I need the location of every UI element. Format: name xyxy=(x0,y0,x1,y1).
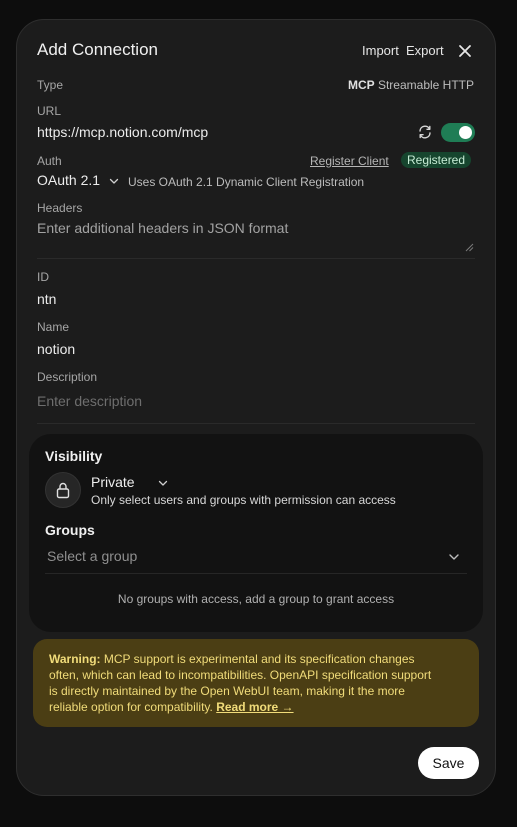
type-label: Type xyxy=(37,78,64,92)
auth-label: Auth xyxy=(37,154,62,168)
refresh-icon[interactable] xyxy=(417,124,433,140)
toggle-knob xyxy=(459,126,472,139)
group-select-placeholder: Select a group xyxy=(47,548,138,564)
type-value-prefix: MCP xyxy=(347,78,375,92)
divider xyxy=(37,423,475,424)
chevron-down-icon xyxy=(109,178,118,184)
divider xyxy=(37,258,475,259)
type-value-suffix: Streamable HTTP xyxy=(377,78,474,92)
description-label: Description xyxy=(37,370,98,384)
auth-method-select[interactable]: OAuth 2.1 xyxy=(37,172,120,190)
save-button[interactable]: Save xyxy=(418,747,479,779)
headers-textarea[interactable]: Enter additional headers in JSON format xyxy=(37,220,288,236)
register-client-link[interactable]: Register Client xyxy=(310,154,389,168)
close-icon[interactable] xyxy=(457,43,473,59)
group-select[interactable]: Select a group xyxy=(45,544,467,572)
no-groups-message: No groups with access, add a group to gr… xyxy=(117,592,395,606)
name-label: Name xyxy=(37,320,70,334)
visibility-select[interactable]: Private xyxy=(91,474,169,492)
auth-description: Uses OAuth 2.1 Dynamic Client Registrati… xyxy=(128,175,365,189)
id-input[interactable]: ntn xyxy=(37,291,56,307)
import-button[interactable]: Import xyxy=(362,43,399,58)
chevron-down-icon xyxy=(449,554,459,560)
visibility-description: Only select users and groups with permis… xyxy=(91,493,396,507)
add-connection-modal: Add Connection Import Export Type MCP St… xyxy=(16,19,496,796)
visibility-title: Visibility xyxy=(45,448,103,464)
modal-title: Add Connection xyxy=(37,40,158,59)
type-value: MCP Streamable HTTP xyxy=(348,78,474,92)
url-label: URL xyxy=(37,104,62,118)
groups-title: Groups xyxy=(45,522,95,538)
export-button[interactable]: Export xyxy=(406,43,444,58)
warning-text-line1: MCP support is experimental and its spec… xyxy=(103,652,415,666)
id-label: ID xyxy=(37,270,49,284)
headers-label: Headers xyxy=(37,201,83,215)
chevron-down-icon xyxy=(158,480,168,486)
warning-text-line4: reliable option for compatibility. xyxy=(49,700,213,714)
warning-prefix: Warning: xyxy=(49,652,101,666)
read-more-link[interactable]: Read more → xyxy=(216,700,293,714)
connection-enabled-toggle[interactable] xyxy=(441,123,475,142)
url-input[interactable]: https://mcp.notion.com/mcp xyxy=(37,124,208,140)
warning-text-line2: often, which can lead to incompatibiliti… xyxy=(49,668,432,682)
resize-handle-icon[interactable] xyxy=(465,239,474,252)
warning-text-line3: is directly maintained by the Open WebUI… xyxy=(49,684,405,698)
divider xyxy=(45,573,467,574)
description-input[interactable]: Enter description xyxy=(37,393,142,409)
name-input[interactable]: notion xyxy=(37,341,75,357)
visibility-value: Private xyxy=(91,474,135,490)
lock-icon xyxy=(45,472,81,508)
registered-badge: Registered xyxy=(401,152,472,168)
warning-banner: Warning: MCP support is experimental and… xyxy=(33,639,479,727)
auth-method-value: OAuth 2.1 xyxy=(37,172,101,188)
access-control-panel: Visibility Private Only select users and… xyxy=(29,434,483,632)
